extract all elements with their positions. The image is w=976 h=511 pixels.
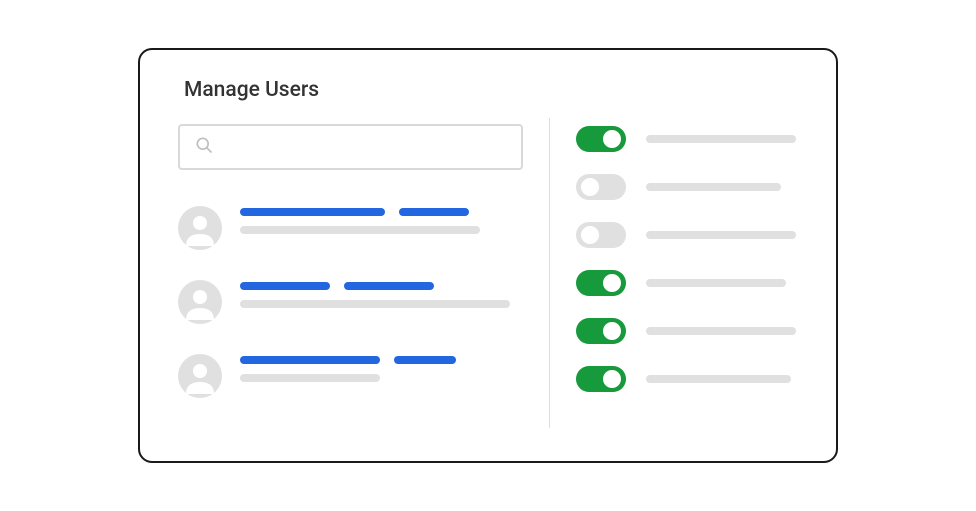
user-name-placeholder	[240, 208, 385, 216]
avatar-icon	[178, 206, 222, 250]
user-secondary-placeholder	[240, 226, 480, 234]
search-input[interactable]	[178, 124, 523, 170]
users-column	[178, 124, 523, 428]
permission-toggle[interactable]	[576, 174, 626, 200]
permission-toggle[interactable]	[576, 222, 626, 248]
user-name-line	[240, 208, 523, 216]
user-name-line	[240, 282, 523, 290]
permission-label-placeholder	[646, 327, 796, 335]
user-content	[240, 354, 523, 382]
permission-label-placeholder	[646, 279, 786, 287]
user-name-placeholder	[240, 282, 330, 290]
permission-row	[576, 174, 798, 200]
manage-users-panel: Manage Users	[138, 48, 838, 463]
permission-toggle[interactable]	[576, 318, 626, 344]
permission-row	[576, 366, 798, 392]
avatar-icon	[178, 280, 222, 324]
toggle-list	[576, 126, 798, 392]
column-divider	[549, 118, 550, 428]
user-secondary-placeholder	[240, 374, 380, 382]
permission-row	[576, 318, 798, 344]
permission-row	[576, 222, 798, 248]
permission-toggle[interactable]	[576, 366, 626, 392]
avatar-icon	[178, 354, 222, 398]
user-name-placeholder	[394, 356, 456, 364]
toggles-column	[576, 124, 798, 428]
user-name-line	[240, 356, 523, 364]
user-list	[178, 206, 523, 398]
user-row[interactable]	[178, 280, 523, 324]
user-row[interactable]	[178, 206, 523, 250]
permission-toggle[interactable]	[576, 126, 626, 152]
permission-label-placeholder	[646, 231, 796, 239]
permission-row	[576, 270, 798, 296]
permission-row	[576, 126, 798, 152]
user-content	[240, 280, 523, 308]
permission-toggle[interactable]	[576, 270, 626, 296]
permission-label-placeholder	[646, 135, 796, 143]
page-title: Manage Users	[178, 78, 798, 102]
user-name-placeholder	[399, 208, 469, 216]
panel-body	[178, 124, 798, 428]
permission-label-placeholder	[646, 183, 781, 191]
user-secondary-placeholder	[240, 300, 510, 308]
user-name-placeholder	[240, 356, 380, 364]
search-icon	[194, 135, 214, 159]
user-content	[240, 206, 523, 234]
user-row[interactable]	[178, 354, 523, 398]
user-name-placeholder	[344, 282, 434, 290]
permission-label-placeholder	[646, 375, 791, 383]
